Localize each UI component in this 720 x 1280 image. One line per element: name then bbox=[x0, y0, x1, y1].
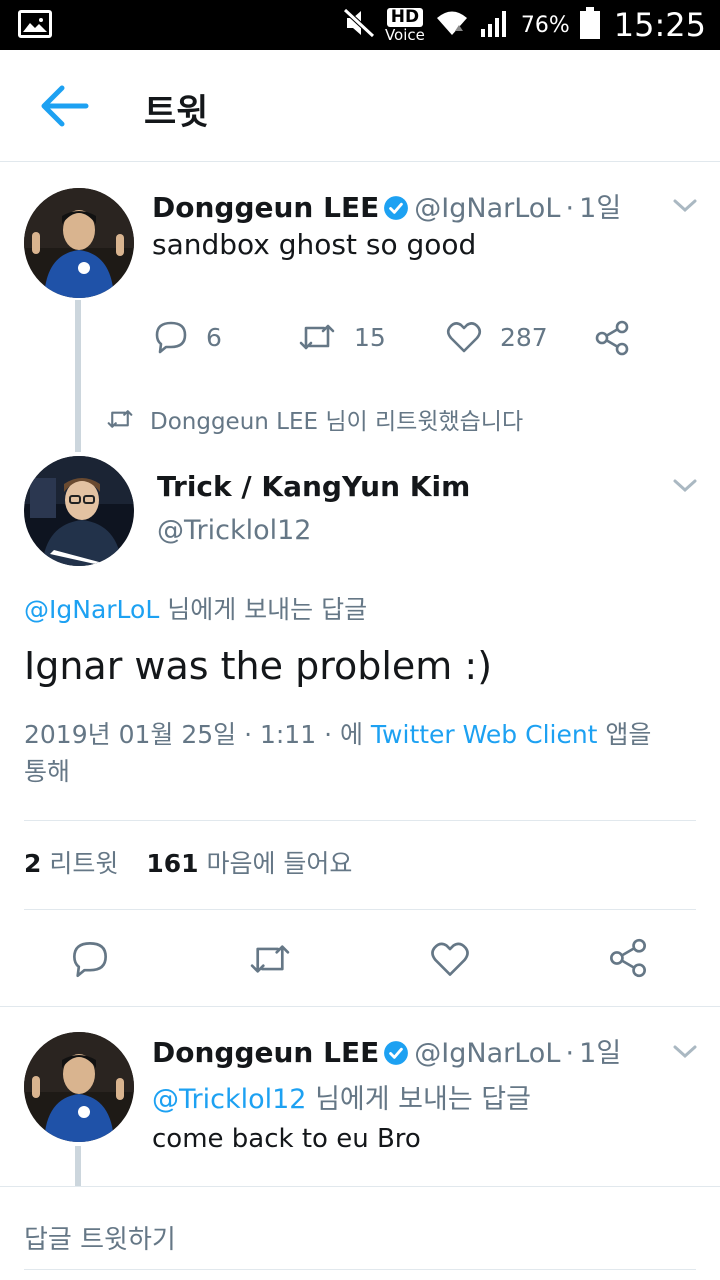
reply-count: 6 bbox=[206, 322, 222, 352]
page-title: 트윗 bbox=[144, 93, 209, 133]
heart-icon[interactable] bbox=[430, 940, 470, 978]
clock: 15:25 bbox=[613, 6, 706, 44]
retweet-context-text: Donggeun LEE 님이 리트윗했습니다 bbox=[150, 409, 524, 435]
like-total: 161 bbox=[146, 849, 199, 878]
meta-suffix: 앱을 bbox=[597, 720, 652, 749]
verified-badge-icon bbox=[384, 196, 409, 220]
meta-line2: 통해 bbox=[24, 757, 71, 786]
separator-dot: · bbox=[565, 193, 575, 224]
retweet-total: 2 bbox=[24, 849, 42, 878]
retweet-context: Donggeun LEE 님이 리트윗했습니다 bbox=[106, 402, 523, 436]
chevron-down-icon[interactable] bbox=[672, 1044, 698, 1060]
tweet-header: Donggeun LEE @IgNarLoL · 1일 bbox=[152, 1031, 621, 1070]
reply-compose-bar: 답글 트윗하기 bbox=[0, 1186, 720, 1280]
reply-to-suffix: 님에게 보내는 답글 bbox=[159, 595, 368, 624]
client-link[interactable]: Twitter Web Client bbox=[371, 720, 598, 749]
battery-percent: 76% bbox=[520, 12, 570, 38]
tweet-text: Ignar was the problem :) bbox=[24, 644, 493, 688]
tweet-time: 1일 bbox=[579, 1038, 622, 1069]
signal-icon bbox=[479, 9, 511, 41]
reply-compose-input[interactable]: 답글 트윗하기 bbox=[24, 1219, 176, 1256]
voice-label: Voice bbox=[384, 25, 425, 44]
share-icon[interactable] bbox=[594, 320, 630, 356]
app-header: 트윗 bbox=[0, 50, 720, 162]
tweet-time: 1일 bbox=[579, 193, 622, 224]
reply-icon bbox=[155, 321, 187, 354]
thread-connector bbox=[75, 300, 81, 452]
reply-to-handle[interactable]: @IgNarLoL bbox=[24, 595, 159, 624]
avatar[interactable] bbox=[24, 456, 134, 566]
tweet-header: Donggeun LEE @IgNarLoL · 1일 bbox=[152, 186, 621, 225]
retweet-count: 15 bbox=[354, 322, 386, 352]
divider bbox=[0, 1006, 720, 1007]
reply-button[interactable]: 6 bbox=[154, 320, 222, 354]
reply-to-line: @Tricklol12 님에게 보내는 답글 bbox=[152, 1077, 531, 1116]
chevron-down-icon[interactable] bbox=[672, 198, 698, 214]
engagement-stats: 2 리트윗 161 마음에 들어요 bbox=[24, 844, 352, 880]
likes-stat[interactable]: 161 마음에 들어요 bbox=[146, 849, 352, 878]
tweet-meta: 2019년 01월 25일 · 1:11 · 에 Twitter Web Cli… bbox=[24, 716, 714, 790]
reply-to-line: @IgNarLoL 님에게 보내는 답글 bbox=[24, 590, 367, 626]
separator-dot: · bbox=[565, 1038, 575, 1069]
divider bbox=[24, 909, 696, 910]
wifi-icon bbox=[435, 9, 469, 41]
retweet-icon[interactable] bbox=[248, 940, 292, 978]
reply-to-handle[interactable]: @Tricklol12 bbox=[152, 1084, 307, 1115]
back-arrow-icon[interactable] bbox=[38, 82, 90, 130]
author-handle[interactable]: @IgNarLoL bbox=[414, 1038, 560, 1069]
reply-icon[interactable] bbox=[70, 940, 110, 978]
share-icon[interactable] bbox=[608, 938, 648, 978]
heart-icon bbox=[446, 322, 482, 353]
author-handle[interactable]: @IgNarLoL bbox=[414, 193, 560, 224]
compose-underline bbox=[24, 1269, 696, 1270]
tweet-text: come back to eu Bro bbox=[152, 1124, 421, 1154]
gallery-notification-icon bbox=[18, 10, 52, 38]
divider bbox=[24, 820, 696, 821]
like-count: 287 bbox=[500, 322, 548, 352]
avatar[interactable] bbox=[24, 1032, 134, 1142]
tweet-text: sandbox ghost so good bbox=[152, 228, 477, 261]
author-name[interactable]: Trick / KangYun Kim bbox=[157, 470, 470, 503]
author-name[interactable]: Donggeun LEE bbox=[152, 1036, 379, 1069]
author-name[interactable]: Donggeun LEE bbox=[152, 191, 379, 224]
retweet-total-label: 리트윗 bbox=[49, 849, 119, 878]
like-button[interactable]: 287 bbox=[446, 320, 548, 354]
reply-to-suffix: 님에게 보내는 답글 bbox=[306, 1084, 531, 1115]
like-total-label: 마음에 들어요 bbox=[206, 849, 353, 878]
retweets-stat[interactable]: 2 리트윗 bbox=[24, 849, 118, 878]
hd-voice-indicator: HD Voice bbox=[384, 7, 425, 44]
battery-icon bbox=[579, 7, 600, 43]
mute-icon bbox=[343, 8, 375, 42]
tweet-timestamp: 2019년 01월 25일 · 1:11 · 에 bbox=[24, 720, 371, 749]
retweet-button[interactable]: 15 bbox=[298, 320, 386, 354]
retweet-small-icon bbox=[107, 410, 133, 428]
avatar[interactable] bbox=[24, 188, 134, 298]
chevron-down-icon[interactable] bbox=[672, 478, 698, 494]
thread-connector bbox=[75, 1146, 81, 1186]
hd-label: HD bbox=[386, 7, 424, 27]
author-handle[interactable]: @Tricklol12 bbox=[157, 515, 312, 546]
verified-badge-icon bbox=[384, 1041, 409, 1065]
retweet-icon bbox=[299, 324, 335, 350]
status-bar: HD Voice 76% 15:25 bbox=[0, 0, 720, 50]
